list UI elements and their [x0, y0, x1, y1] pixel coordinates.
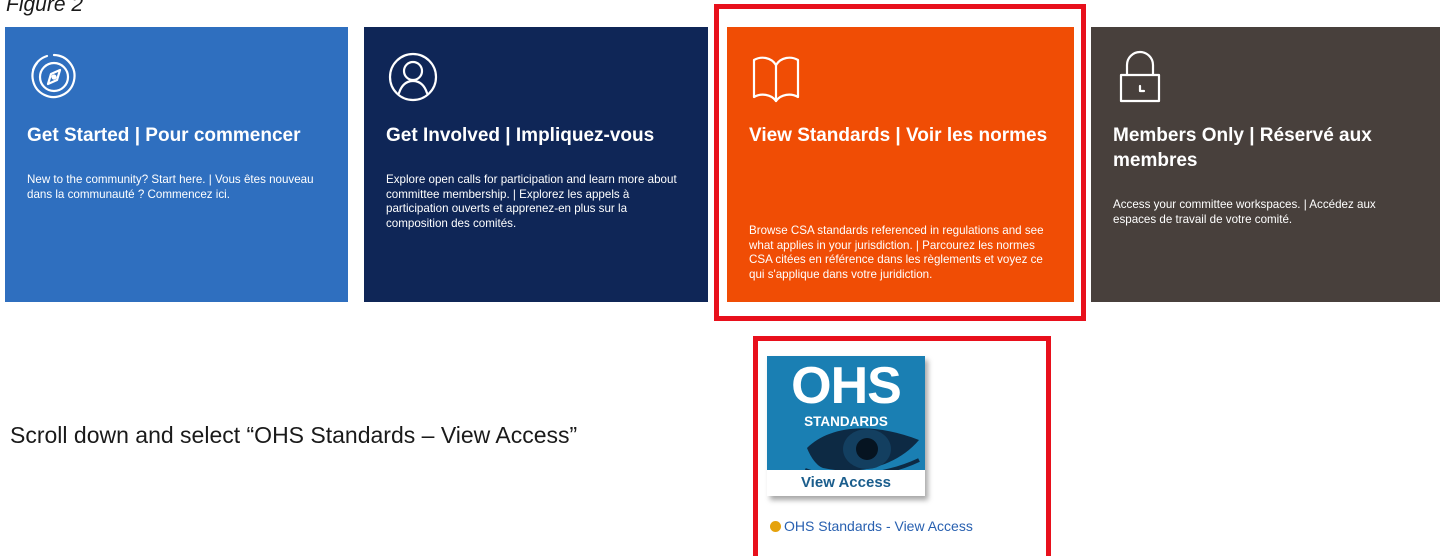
tile-members-only[interactable]: Members Only | Réservé aux membres Acces… — [1091, 27, 1440, 302]
tile-description: New to the community? Start here. | Vous… — [27, 173, 314, 201]
tile-description: Explore open calls for participation and… — [386, 173, 677, 230]
tile-description: Access your committee workspaces. | Accé… — [1113, 198, 1376, 226]
tile-title: Get Started | Pour commencer — [27, 125, 301, 146]
highlight-box — [753, 336, 1051, 556]
user-icon — [386, 49, 440, 105]
tile-get-started[interactable]: Get Started | Pour commencer New to the … — [5, 27, 348, 302]
tile-get-involved[interactable]: Get Involved | Impliquez-vous Explore op… — [364, 27, 708, 302]
highlight-box — [714, 4, 1086, 321]
lock-icon — [1113, 49, 1167, 105]
tile-title: Get Involved | Impliquez-vous — [386, 125, 655, 146]
tile-title: Members Only | Réservé aux membres — [1113, 125, 1372, 171]
figure-label: Figure 2 — [6, 0, 84, 16]
compass-icon — [27, 49, 81, 105]
instruction-text: Scroll down and select “OHS Standards – … — [10, 422, 578, 448]
